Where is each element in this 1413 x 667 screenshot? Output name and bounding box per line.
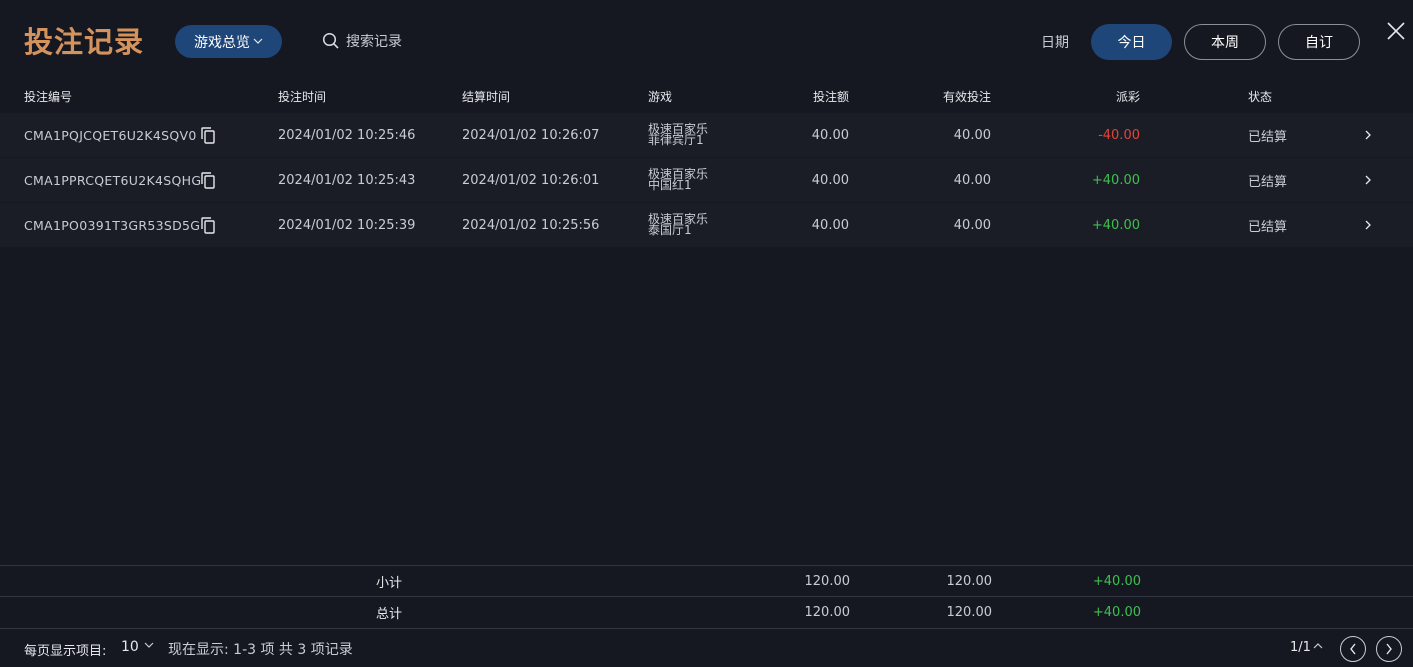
total-row: 总计 120.00 120.00 +40.00 [0, 596, 1413, 627]
game-name: 极速百家乐 泰国厅1 [648, 203, 708, 247]
record-count: 现在显示: 1-3 项 共 3 项记录 [168, 642, 353, 658]
col-payout: 派彩 [1115, 90, 1140, 104]
col-bet-time: 投注时间 [278, 90, 327, 104]
col-settle-time: 结算时间 [462, 90, 511, 104]
chevron-right-icon [1385, 640, 1393, 659]
date-label: 日期 [1041, 35, 1069, 51]
game-line-2: 中国红1 [648, 178, 692, 192]
col-game: 游戏 [648, 90, 673, 104]
game-line-2: 泰国厅1 [648, 223, 692, 237]
bet-id: CMA1PO0391T3GR53SD5G [24, 217, 201, 233]
table-row[interactable]: CMA1PQJCQET6U2K4SQV0 2024/01/02 10:25:46… [0, 113, 1413, 158]
subtotal-label: 小计 [376, 575, 403, 591]
bet-id: CMA1PPRCQET6U2K4SQHG [24, 172, 202, 188]
totals-section: 小计 120.00 120.00 +40.00 总计 120.00 120.00… [0, 565, 1413, 627]
filter-today-button[interactable]: 今日 [1091, 24, 1172, 60]
chevron-right-icon[interactable] [1364, 158, 1372, 202]
col-bet-id: 投注编号 [24, 90, 73, 104]
per-page-select[interactable]: 10 [121, 639, 139, 655]
search-icon [322, 32, 340, 50]
table-row[interactable]: CMA1PO0391T3GR53SD5G 2024/01/02 10:25:39… [0, 203, 1413, 248]
table-row[interactable]: CMA1PPRCQET6U2K4SQHG 2024/01/02 10:25:43… [0, 158, 1413, 203]
game-filter-dropdown[interactable]: 游戏总览 [175, 25, 282, 58]
chevron-right-icon[interactable] [1364, 113, 1372, 157]
chevron-up-icon[interactable] [1313, 639, 1323, 652]
col-valid-bet: 有效投注 [942, 90, 991, 104]
table-body: CMA1PQJCQET6U2K4SQV0 2024/01/02 10:25:46… [0, 113, 1413, 248]
status: 已结算 [1248, 174, 1288, 190]
bet-time: 2024/01/02 10:25:39 [278, 217, 416, 233]
chevron-right-icon[interactable] [1364, 203, 1372, 247]
status: 已结算 [1248, 129, 1288, 145]
payout: +40.00 [1091, 172, 1140, 188]
subtotal-payout: +40.00 [1092, 573, 1141, 589]
col-status: 状态 [1248, 90, 1273, 104]
col-bet-amount: 投注额 [812, 90, 849, 104]
per-page-label: 每页显示项目: [24, 644, 107, 659]
valid-bet: 40.00 [953, 172, 991, 188]
next-page-button[interactable] [1376, 636, 1402, 662]
subtotal-valid: 120.00 [946, 573, 993, 589]
filter-custom-button[interactable]: 自订 [1278, 24, 1360, 60]
copy-icon[interactable] [201, 127, 215, 144]
payout: -40.00 [1098, 127, 1140, 143]
copy-icon[interactable] [201, 217, 215, 234]
filter-week-button[interactable]: 本周 [1184, 24, 1266, 60]
search-placeholder: 搜索记录 [346, 34, 402, 50]
close-icon[interactable] [1384, 19, 1408, 43]
chevron-down-icon [253, 38, 263, 48]
settle-time: 2024/01/02 10:25:56 [462, 217, 600, 233]
game-filter-label: 游戏总览 [194, 34, 250, 51]
prev-page-button[interactable] [1340, 636, 1366, 662]
page-title: 投注记录 [24, 25, 145, 59]
total-bet: 120.00 [804, 604, 851, 620]
table-header: 投注编号 投注时间 结算时间 游戏 投注额 有效投注 派彩 状态 [0, 84, 1413, 112]
bet-amount: 40.00 [811, 172, 849, 188]
bet-id: CMA1PQJCQET6U2K4SQV0 [24, 127, 197, 143]
pagination-footer: 每页显示项目: 10 现在显示: 1-3 项 共 3 项记录 1/1 [0, 628, 1413, 667]
game-line-2: 菲律宾厅1 [648, 133, 704, 147]
settle-time: 2024/01/02 10:26:07 [462, 127, 600, 143]
bet-amount: 40.00 [811, 127, 849, 143]
total-payout: +40.00 [1092, 604, 1141, 620]
total-label: 总计 [376, 606, 403, 622]
chevron-left-icon [1349, 640, 1357, 659]
copy-icon[interactable] [201, 172, 215, 189]
bet-time: 2024/01/02 10:25:46 [278, 127, 416, 143]
subtotal-row: 小计 120.00 120.00 +40.00 [0, 565, 1413, 596]
valid-bet: 40.00 [953, 217, 991, 233]
bet-time: 2024/01/02 10:25:43 [278, 172, 416, 188]
settle-time: 2024/01/02 10:26:01 [462, 172, 600, 188]
game-name: 极速百家乐 菲律宾厅1 [648, 113, 708, 157]
header: 投注记录 游戏总览 搜索记录 日期 今日 本周 自订 [0, 0, 1413, 84]
search-input[interactable]: 搜索记录 [322, 31, 402, 51]
total-valid: 120.00 [946, 604, 993, 620]
status: 已结算 [1248, 219, 1288, 235]
bet-amount: 40.00 [811, 217, 849, 233]
payout: +40.00 [1091, 217, 1140, 233]
game-name: 极速百家乐 中国红1 [648, 158, 708, 202]
page-indicator: 1/1 [1290, 640, 1311, 655]
chevron-down-icon[interactable] [144, 641, 154, 652]
valid-bet: 40.00 [953, 127, 991, 143]
subtotal-bet: 120.00 [804, 573, 851, 589]
